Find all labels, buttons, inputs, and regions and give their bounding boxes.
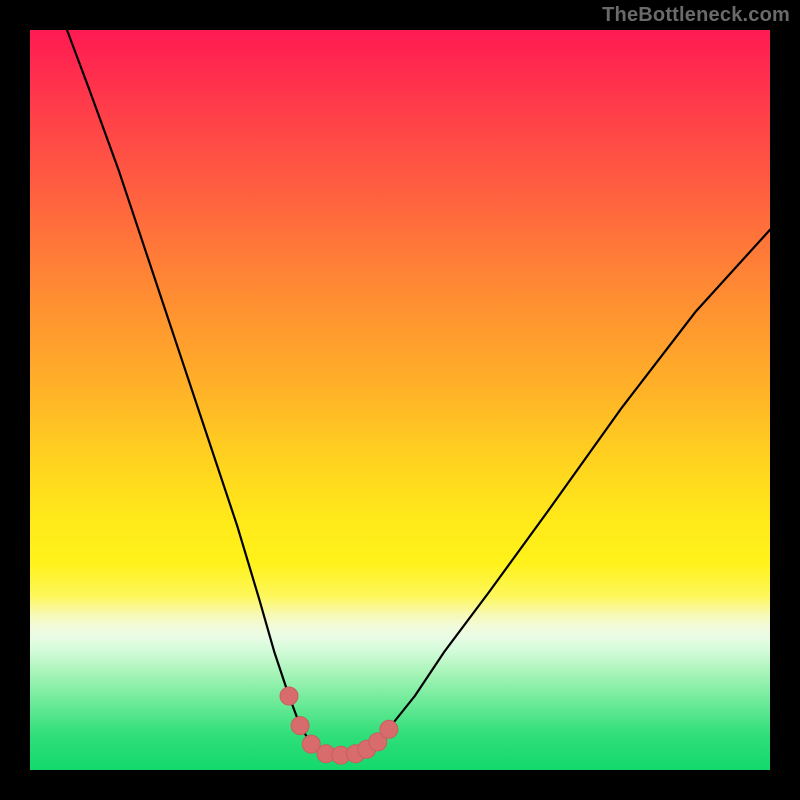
watermark-text: TheBottleneck.com (602, 4, 790, 27)
marker-point (280, 687, 298, 705)
chart-frame: TheBottleneck.com (0, 0, 800, 800)
chart-plot-area (30, 30, 770, 770)
chart-svg (30, 30, 770, 770)
marker-point (380, 720, 398, 738)
marker-point (291, 717, 309, 735)
highlighted-points (280, 687, 398, 764)
bottleneck-curve (67, 30, 770, 755)
